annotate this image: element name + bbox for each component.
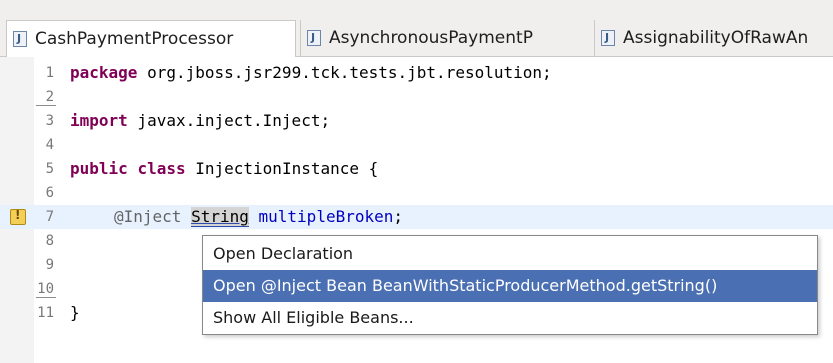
code-text: } [70, 303, 80, 322]
field-name: multipleBroken [258, 207, 394, 226]
code-text: public class InjectionInstance { [70, 157, 378, 181]
code-text: @Inject String multipleBroken; [114, 205, 403, 229]
code-line: 2 [0, 85, 833, 109]
line-number: 11 [37, 305, 54, 321]
code-line: 3 import javax.inject.Inject; [0, 109, 833, 133]
line-number: 4 [45, 137, 54, 153]
line-number: 6 [45, 185, 54, 201]
line-number: 5 [45, 161, 54, 177]
warning-marker-icon[interactable] [10, 208, 26, 225]
line-number: 8 [45, 233, 54, 249]
tab-label: CashPaymentProcessor [35, 29, 234, 49]
java-file-icon [307, 30, 321, 46]
tab-cash-payment-processor[interactable]: CashPaymentProcessor [6, 20, 296, 57]
annotation: @Inject [114, 207, 182, 226]
editor-tab-bar: CashPaymentProcessor AsynchronousPayment… [0, 0, 833, 57]
keyword: class [137, 159, 186, 178]
line-number: 3 [45, 113, 54, 129]
tab-label: AssignabilityOfRawAn [623, 28, 809, 48]
keyword: import [70, 111, 128, 130]
import-name: javax.inject.Inject; [127, 111, 331, 130]
tab-assignability-of-raw[interactable]: AssignabilityOfRawAn [594, 20, 833, 56]
keyword: package [70, 63, 138, 82]
hyperlink-popup-menu: Open Declaration Open @Inject Bean BeanW… [202, 235, 818, 335]
code-line-current: 7 @Inject String multipleBroken; [0, 205, 833, 229]
code-line: 6 [0, 181, 833, 205]
menu-item-open-declaration[interactable]: Open Declaration [203, 238, 817, 270]
type-hyperlink[interactable]: String [191, 207, 249, 227]
menu-item-show-all-eligible-beans[interactable]: Show All Eligible Beans... [203, 302, 817, 334]
java-file-icon [13, 31, 27, 47]
line-number-underline [36, 297, 56, 298]
line-number: 9 [45, 257, 54, 273]
line-number-underline [36, 105, 56, 106]
java-file-icon [601, 30, 615, 46]
menu-item-open-inject-bean[interactable]: Open @Inject Bean BeanWithStaticProducer… [203, 270, 817, 302]
class-name: InjectionInstance { [185, 159, 379, 178]
code-line: 5 public class InjectionInstance { [0, 157, 833, 181]
tab-asynchronous-payment[interactable]: AsynchronousPaymentP [300, 20, 590, 56]
code-line: 4 [0, 133, 833, 157]
code-text: package org.jboss.jsr299.tck.tests.jbt.r… [70, 61, 552, 85]
semicolon: ; [393, 207, 404, 226]
code-text: import javax.inject.Inject; [70, 109, 330, 133]
keyword: public [70, 159, 128, 178]
line-number: 1 [45, 65, 54, 81]
package-name: org.jboss.jsr299.tck.tests.jbt.resolutio… [137, 63, 552, 82]
line-number: 7 [45, 209, 54, 225]
tab-label: AsynchronousPaymentP [329, 28, 533, 48]
code-line: 1 package org.jboss.jsr299.tck.tests.jbt… [0, 61, 833, 85]
